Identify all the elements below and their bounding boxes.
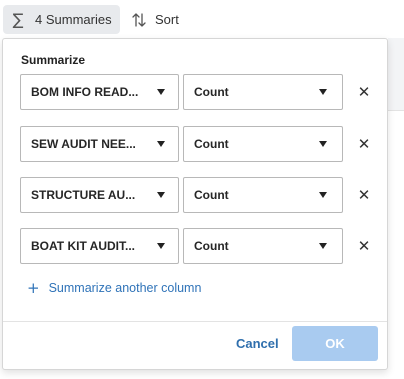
column-select-value: STRUCTURE AU... [31, 188, 136, 202]
close-icon[interactable]: ✕ [355, 186, 373, 204]
summary-row: BOAT KIT AUDIT... Count ✕ [20, 228, 380, 264]
caret-down-icon [319, 192, 327, 198]
add-summary-label: Summarize another column [48, 281, 202, 295]
divider [3, 321, 387, 322]
column-select-value: BOAT KIT AUDIT... [31, 239, 135, 253]
caret-down-icon [319, 243, 327, 249]
summary-row: STRUCTURE AU... Count ✕ [20, 177, 380, 213]
summaries-button[interactable]: ∑ 4 Summaries [3, 5, 120, 34]
summaries-label: 4 Summaries [35, 12, 112, 27]
column-select-value: BOM INFO READ... [31, 85, 139, 99]
caret-down-icon [319, 141, 327, 147]
plus-icon: + [27, 279, 40, 297]
column-select[interactable]: BOM INFO READ... [20, 74, 179, 110]
ok-button[interactable]: OK [292, 326, 378, 361]
column-select[interactable]: BOAT KIT AUDIT... [20, 228, 179, 264]
sort-button[interactable]: Sort [128, 5, 190, 34]
aggregation-select[interactable]: Count [183, 74, 343, 110]
summary-row: SEW AUDIT NEE... Count ✕ [20, 126, 380, 162]
close-icon[interactable]: ✕ [355, 83, 373, 101]
close-icon[interactable]: ✕ [355, 237, 373, 255]
aggregation-select-value: Count [194, 85, 229, 99]
column-select-value: SEW AUDIT NEE... [31, 137, 136, 151]
caret-down-icon [157, 192, 165, 198]
column-select[interactable]: SEW AUDIT NEE... [20, 126, 179, 162]
caret-down-icon [157, 89, 165, 95]
close-icon[interactable]: ✕ [355, 135, 373, 153]
sigma-icon: ∑ [12, 10, 24, 29]
column-select[interactable]: STRUCTURE AU... [20, 177, 179, 213]
caret-down-icon [157, 243, 165, 249]
summary-row: BOM INFO READ... Count ✕ [20, 74, 380, 110]
aggregation-select-value: Count [194, 188, 229, 202]
background-panel [388, 38, 404, 111]
aggregation-select[interactable]: Count [183, 177, 343, 213]
aggregation-select[interactable]: Count [183, 126, 343, 162]
sort-label: Sort [155, 12, 179, 27]
cancel-button[interactable]: Cancel [236, 336, 279, 351]
aggregation-select-value: Count [194, 137, 229, 151]
aggregation-select[interactable]: Count [183, 228, 343, 264]
aggregation-select-value: Count [194, 239, 229, 253]
sort-arrows-icon [132, 12, 146, 27]
popup-title: Summarize [21, 53, 86, 67]
toolbar: ∑ 4 Summaries Sort [0, 0, 404, 38]
caret-down-icon [157, 141, 165, 147]
add-summary-button[interactable]: + Summarize another column [27, 279, 201, 297]
caret-down-icon [319, 89, 327, 95]
summarize-popup: Summarize BOM INFO READ... Count ✕ SEW A… [2, 38, 388, 370]
